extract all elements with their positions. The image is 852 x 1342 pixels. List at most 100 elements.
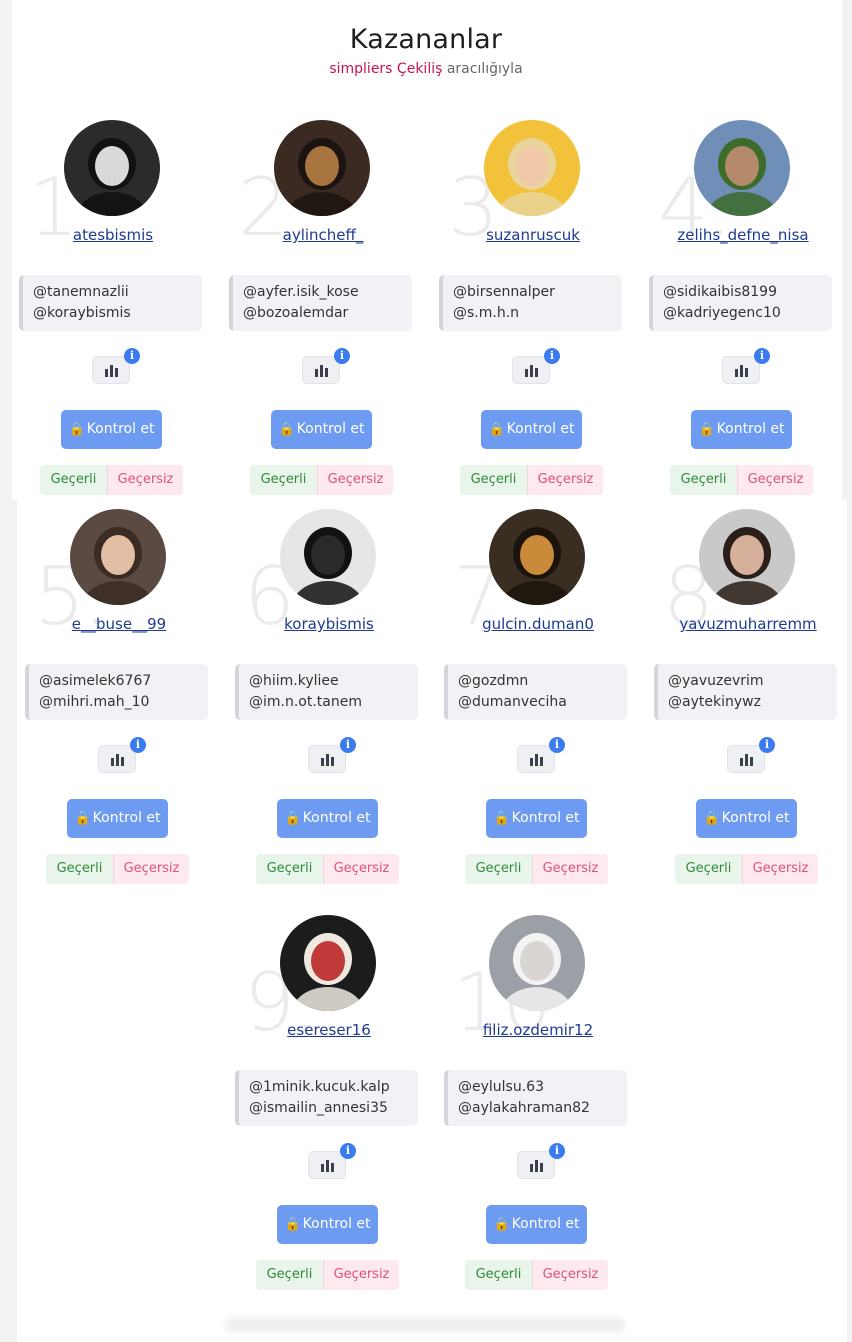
winner-card: 9. esereser16 @1minik.kucuk.kalp @ismailin_… (224, 915, 434, 1315)
avatar[interactable] (484, 120, 580, 216)
bar-chart-icon (735, 365, 749, 377)
invalid-button[interactable]: Geçersiz (323, 854, 399, 884)
winner-username-link[interactable]: aylincheff_ (218, 226, 428, 244)
winner-card: 6. koraybismis @hiim.kyliee @im.n.ot.tanem i… (224, 509, 434, 909)
winner-username-link[interactable]: suzanruscuk (428, 226, 638, 244)
page-title: Kazananlar (349, 24, 503, 55)
check-button-label: Kontrol et (296, 421, 365, 437)
footer-shadow (225, 1318, 625, 1332)
check-button[interactable]: 🔒 Kontrol et (277, 1205, 378, 1244)
validity-toggle: Geçerli Geçersiz (675, 854, 818, 884)
validity-toggle: Geçerli Geçersiz (256, 1260, 399, 1290)
mentions-box: @yavuzevrim @aytekinywz (654, 664, 837, 720)
avatar[interactable] (699, 509, 795, 605)
info-icon[interactable]: i (334, 348, 350, 364)
mention-1: @tanemnazlii (33, 284, 129, 300)
valid-button[interactable]: Geçerli (460, 465, 527, 495)
winner-card: 4. zelihs_defne_nisa @sidikaibis8199 @kadri… (638, 120, 848, 520)
invalid-button[interactable]: Geçersiz (742, 854, 818, 884)
invalid-button[interactable]: Geçersiz (532, 854, 608, 884)
winner-card: 5. e__buse__99 @asimelek6767 @mihri.mah_10 i… (14, 509, 224, 909)
bar-chart-icon (530, 1160, 544, 1172)
invalid-button[interactable]: Geçersiz (323, 1260, 399, 1290)
winner-username-link[interactable]: yavuzmuharremm (643, 615, 852, 633)
avatar[interactable] (694, 120, 790, 216)
valid-button[interactable]: Geçerli (256, 1260, 323, 1290)
info-icon[interactable]: i (340, 1143, 356, 1159)
lock-icon: 🔒 (278, 422, 295, 437)
check-button[interactable]: 🔒 Kontrol et (481, 410, 582, 449)
subtitle-note: aracılığıyla (446, 61, 523, 77)
winner-username-link[interactable]: gulcin.duman0 (433, 615, 643, 633)
page-subtitle: simpliers Çekiliş aracılığıyla (0, 61, 852, 77)
mention-2: @im.n.ot.tanem (249, 694, 362, 710)
winner-card: 10.filiz.ozdemir12@eylulsu.63@aylakahram… (433, 915, 643, 1315)
check-button-label: Kontrol et (92, 810, 161, 826)
invalid-button[interactable]: Geçersiz (113, 854, 189, 884)
valid-button[interactable]: Geçerli (40, 465, 107, 495)
info-icon[interactable]: i (124, 348, 140, 364)
check-button[interactable]: 🔒 Kontrol et (61, 410, 162, 449)
avatar[interactable] (64, 120, 160, 216)
info-icon[interactable]: i (759, 737, 775, 753)
info-icon[interactable]: i (754, 348, 770, 364)
avatar[interactable] (280, 915, 376, 1011)
info-icon[interactable]: i (130, 737, 146, 753)
valid-button[interactable]: Geçerli (256, 854, 323, 884)
mention-1: @1minik.kucuk.kalp (249, 1079, 390, 1095)
winner-username-link[interactable]: zelihs_defne_nisa (638, 226, 848, 244)
invalid-button[interactable]: Geçersiz (107, 465, 183, 495)
invalid-button[interactable]: Geçersiz (737, 465, 813, 495)
valid-button[interactable]: Geçerli (250, 465, 317, 495)
valid-button[interactable]: Geçerli (675, 854, 742, 884)
avatar[interactable] (489, 915, 585, 1011)
avatar[interactable] (274, 120, 370, 216)
mention-1: @hiim.kyliee (249, 673, 339, 689)
avatar[interactable] (70, 509, 166, 605)
mention-2: @mihri.mah_10 (39, 694, 150, 710)
bar-chart-icon (321, 754, 335, 766)
winner-username-link[interactable]: esereser16 (224, 1021, 434, 1039)
bar-chart-icon (740, 754, 754, 766)
mention-1: @yavuzevrim (668, 673, 764, 689)
mentions-box: @asimelek6767 @mihri.mah_10 (25, 664, 208, 720)
winner-username-link[interactable]: koraybismis (224, 615, 434, 633)
check-button[interactable]: 🔒 Kontrol et (271, 410, 372, 449)
check-button-label: Kontrol et (302, 1216, 371, 1232)
valid-button[interactable]: Geçerli (465, 854, 532, 884)
mention-2: @aylakahraman82 (458, 1100, 590, 1116)
check-button[interactable]: 🔒 Kontrol et (486, 799, 587, 838)
mention-1: @sidikaibis8199 (663, 284, 777, 300)
info-icon[interactable]: i (549, 1143, 565, 1159)
mention-2: @koraybismis (33, 305, 131, 321)
invalid-button[interactable]: Geçersiz (532, 1260, 608, 1290)
valid-button[interactable]: Geçerli (465, 1260, 532, 1290)
winner-username-link[interactable]: atesbismis (8, 226, 218, 244)
winner-username-link[interactable]: e__buse__99 (14, 615, 224, 633)
validity-toggle: Geçerli Geçersiz (40, 465, 183, 495)
invalid-button[interactable]: Geçersiz (317, 465, 393, 495)
check-button[interactable]: 🔒 Kontrol et (696, 799, 797, 838)
mentions-box: @ayfer.isik_kose @bozoalemdar (229, 275, 412, 331)
check-button-label: Kontrol et (506, 421, 575, 437)
check-button[interactable]: 🔒 Kontrol et (277, 799, 378, 838)
check-button-label: Kontrol et (86, 421, 155, 437)
info-icon[interactable]: i (544, 348, 560, 364)
check-button[interactable]: 🔒 Kontrol et (486, 1205, 587, 1244)
check-button[interactable]: 🔒 Kontrol et (67, 799, 168, 838)
invalid-button[interactable]: Geçersiz (527, 465, 603, 495)
mention-2: @ismailin_annesi35 (249, 1100, 388, 1116)
info-icon[interactable]: i (340, 737, 356, 753)
winner-username-link[interactable]: filiz.ozdemir12 (433, 1021, 643, 1039)
valid-button[interactable]: Geçerli (670, 465, 737, 495)
lock-icon: 🔒 (284, 811, 301, 826)
validity-toggle: Geçerli Geçersiz (465, 854, 608, 884)
avatar[interactable] (280, 509, 376, 605)
avatar[interactable] (489, 509, 585, 605)
mentions-box: @1minik.kucuk.kalp @ismailin_annesi35 (235, 1070, 418, 1126)
bar-chart-icon (530, 754, 544, 766)
valid-button[interactable]: Geçerli (46, 854, 113, 884)
check-button-label: Kontrol et (302, 810, 371, 826)
info-icon[interactable]: i (549, 737, 565, 753)
check-button[interactable]: 🔒 Kontrol et (691, 410, 792, 449)
